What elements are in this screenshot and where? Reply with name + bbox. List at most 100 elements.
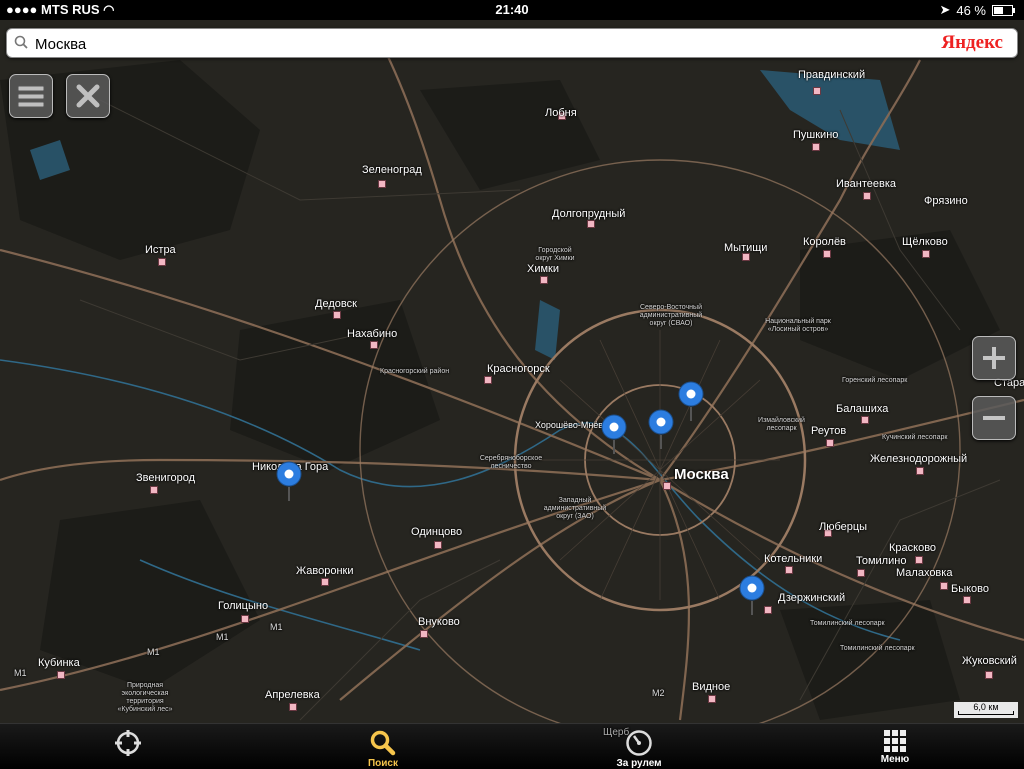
tab-search[interactable]: Поиск [333,724,433,769]
tab-locate[interactable] [78,724,178,769]
map-label: Томилино [856,555,907,567]
district-label: Северо-Восточный административный округ … [639,304,703,327]
zoom-in-button[interactable] [972,336,1016,380]
park-label: Кучинский лесопарк [882,434,948,441]
city-dot [940,582,948,590]
map-label: Голицыно [218,600,269,612]
map-label: Балашиха [836,403,889,415]
map-label: Пушкино [793,129,839,141]
city-dot [861,416,869,424]
search-icon [14,35,28,49]
city-dot [587,220,595,228]
city-dot [813,87,821,95]
park-label: Томилинский лесопарк [840,645,915,652]
yandex-logo: Яндекс [941,32,1003,54]
map-label: Красногорск [487,363,550,375]
city-dot [823,250,831,258]
park-label: Серебряноборское лесничество [479,455,543,470]
city-dot [963,596,971,604]
highway-label: M2 [652,688,665,698]
tab-search-label: Поиск [367,758,398,769]
district-label: Западный административный округ (ЗАО) [543,497,607,520]
map-label: Котельники [764,553,823,565]
district-label: Красногорский район [380,368,450,375]
locate-icon [115,730,141,756]
battery-area: ➤ 46 % [939,2,1016,18]
tab-menu[interactable]: Меню [845,724,945,769]
park-label: Природная экологическая территория «Куби… [117,682,173,713]
map-label: Внуково [418,616,460,628]
city-dot [863,192,871,200]
search-bar[interactable]: Яндекс [6,28,1018,58]
city-dot [333,311,341,319]
map-label: Видное [692,681,731,693]
city-dot [708,695,716,703]
map-label: Ивантеевка [836,178,896,190]
tab-menu-label: Меню [880,754,910,765]
map-label: Нахабино [347,328,398,340]
city-dot [922,250,930,258]
district-label: Городской округ Химки [535,247,575,262]
map-label: Правдинский [798,69,866,81]
city-dot [150,486,158,494]
city-dot [158,258,166,266]
park-label: Измайловский лесопарк [758,417,805,432]
map-label: Лобня [545,107,577,119]
map-label: Жаворонки [296,565,354,577]
map-label: Железнодорожный [870,453,968,465]
map-label: Зеленоград [362,164,422,176]
location-arrow-icon: ➤ [939,2,951,17]
search-input[interactable] [33,32,897,56]
highway-label: M1 [14,668,27,678]
city-dot [812,143,820,151]
zoom-in-icon [983,347,1005,369]
grid-icon [884,730,906,752]
city-dot [742,253,750,261]
map-label: Апрелевка [265,689,320,701]
city-dot [857,569,865,577]
layers-button[interactable] [9,74,53,118]
map-label: Фрязино [924,195,968,207]
city-dot [241,615,249,623]
map-label: Звенигород [136,472,196,484]
map-label: Долгопрудный [552,208,626,220]
map-scale: 6,0 км [954,702,1018,718]
map-pin-icon[interactable] [647,409,675,451]
close-route-button[interactable] [66,74,110,118]
list-icon [17,85,45,108]
map-pin-icon[interactable] [275,461,303,503]
map-label: Щёлково [902,236,948,248]
close-icon [76,84,100,108]
map-label: Щерб [603,727,630,738]
map-label: Одинцово [411,526,463,538]
clock: 21:40 [495,2,529,17]
city-dot [434,541,442,549]
map-label: Королёв [803,236,846,248]
map-label: Дзержинский [778,592,846,604]
moscow-dot [663,482,671,490]
map-pin-icon[interactable] [677,381,705,423]
city-dot [785,566,793,574]
park-label: Горенский лесопарк [842,377,908,384]
map-label: Красково [889,542,937,554]
map-label: Малаховка [896,567,953,579]
city-dot [378,180,386,188]
city-dot [985,671,993,679]
search-icon [370,730,396,756]
tab-drive-label: За рулем [616,758,662,769]
city-dot [321,578,329,586]
scale-bar [958,711,1014,715]
highway-label: M1 [270,622,283,632]
park-label: Томилинский лесопарк [810,620,885,627]
park-label: Национальный парк «Лосиный остров» [765,318,831,333]
zoom-out-button[interactable] [972,396,1016,440]
map-pin-icon[interactable] [738,575,766,617]
map-label: Химки [527,263,560,275]
battery-icon [992,4,1015,16]
map-label: Истра [145,244,176,256]
battery-percent: 46 % [956,2,986,18]
map-label: Быково [951,583,990,595]
highway-label: M1 [147,647,160,657]
map-pin-icon[interactable] [600,414,628,456]
city-dot [916,467,924,475]
